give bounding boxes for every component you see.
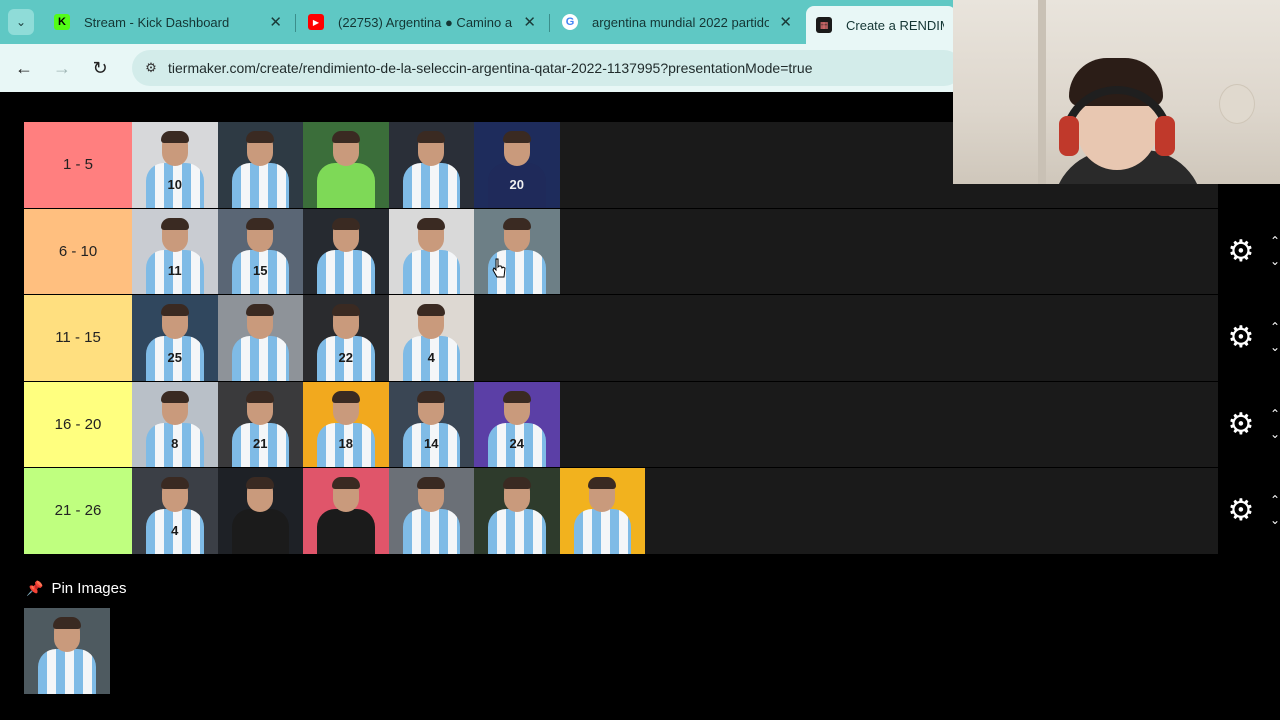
player-image[interactable]	[24, 608, 110, 694]
player-image[interactable]: 11	[132, 208, 218, 294]
tab-tiermaker-create[interactable]: ▦ Create a RENDIMIEN	[806, 6, 956, 44]
jersey-number: 11	[167, 263, 182, 278]
jersey-number: 15	[253, 263, 268, 278]
tab-youtube-argentina[interactable]: ▶ (22753) Argentina ● Camino a l ✕	[298, 6, 548, 38]
player-image[interactable]: 20	[474, 122, 560, 208]
player-image[interactable]	[474, 468, 560, 554]
tier-label[interactable]: 6 - 10	[24, 208, 132, 294]
tab-separator	[549, 14, 550, 32]
player-image[interactable]	[388, 208, 474, 294]
player-image[interactable]	[217, 122, 303, 208]
player-image[interactable]: 25	[132, 295, 218, 381]
tier-label[interactable]: 1 - 5	[24, 122, 132, 208]
reload-button[interactable]: ↻	[88, 56, 112, 80]
player-image[interactable]: 4	[132, 468, 218, 554]
tab-title: argentina mundial 2022 partido	[592, 14, 770, 30]
player-image[interactable]	[474, 208, 560, 294]
tab-title: Stream - Kick Dashboard	[84, 14, 230, 30]
jersey-number: 18	[338, 436, 353, 451]
tab-google-search[interactable]: G argentina mundial 2022 partido ✕	[552, 6, 804, 38]
jersey-number: 14	[424, 436, 439, 451]
player-image[interactable]	[217, 468, 303, 554]
player-image[interactable]: 22	[303, 295, 389, 381]
move-tier-arrows[interactable]: ⌃ ⌄	[1270, 231, 1280, 271]
pin-images-heading: 📌 Pin Images	[26, 578, 126, 598]
gear-icon[interactable]: ⚙	[1226, 236, 1256, 267]
google-favicon-icon: G	[562, 14, 578, 30]
tier-label[interactable]: 16 - 20	[24, 381, 132, 467]
webcam-overlay	[953, 0, 1280, 184]
hand-cursor-icon	[492, 258, 506, 278]
player-image[interactable]: 21	[217, 381, 303, 467]
tab-separator	[295, 14, 296, 32]
move-tier-arrows[interactable]: ⌃ ⌄	[1270, 404, 1280, 444]
tier-list: 1 - 5 10 20 ⚙ 6 - 10 11 15	[24, 122, 1280, 555]
pin-images-pool	[24, 608, 110, 694]
tiermaker-page: 1 - 5 10 20 ⚙ 6 - 10 11 15	[0, 92, 1280, 720]
move-tier-arrows[interactable]: ⌃ ⌄	[1270, 317, 1280, 357]
jersey-number: 4	[427, 349, 435, 365]
screen: ⌄ K Stream - Kick Dashboard ✕ ▶ (22753) …	[0, 0, 1280, 720]
player-image[interactable]	[303, 468, 389, 554]
chevron-down-icon: ⌄	[15, 15, 27, 29]
tier-row-21-26[interactable]: 21 - 26 4 ⚙ ⌃ ⌄	[24, 468, 1280, 555]
jersey-number: 22	[338, 349, 353, 365]
player-image[interactable]: 10	[132, 122, 218, 208]
wall-ornament	[1219, 84, 1255, 124]
pushpin-icon: 📌	[26, 579, 44, 596]
tier-label[interactable]: 21 - 26	[24, 468, 132, 554]
reload-icon: ↻	[92, 58, 108, 78]
jersey-number: 20	[509, 176, 524, 192]
jersey-number: 25	[167, 349, 182, 365]
player-image[interactable]: 14	[388, 381, 474, 467]
kick-favicon-icon: K	[54, 14, 70, 30]
tier-items: 10 20	[132, 122, 560, 208]
player-image[interactable]: 4	[388, 295, 474, 381]
player-image[interactable]: 18	[303, 381, 389, 467]
forward-button[interactable]: →	[50, 56, 74, 80]
player-image[interactable]	[559, 468, 645, 554]
tier-row-6-10[interactable]: 6 - 10 11 15 ⚙ ⌃ ⌄	[24, 208, 1280, 295]
jersey-number: 21	[253, 436, 268, 451]
arrow-left-icon: ←	[15, 58, 33, 78]
url-text: tiermaker.com/create/rendimiento-de-la-s…	[168, 60, 813, 76]
site-settings-icon[interactable]: ⚙	[142, 59, 160, 77]
tab-search-menu-button[interactable]: ⌄	[8, 9, 34, 35]
back-button[interactable]: ←	[12, 56, 36, 80]
jersey-number: 24	[509, 436, 524, 451]
player-image[interactable]	[217, 295, 303, 381]
tier-items: 8 21 18 14 24	[132, 381, 560, 467]
arrow-right-icon: →	[53, 58, 71, 78]
close-icon[interactable]: ✕	[269, 13, 282, 31]
tab-title: Create a RENDIMIEN	[846, 17, 944, 33]
tier-row-11-15[interactable]: 11 - 15 25 22 4 ⚙ ⌃ ⌄	[24, 295, 1280, 382]
tier-items: 4	[132, 468, 645, 554]
player-image[interactable]: 15	[217, 208, 303, 294]
pin-images-label: Pin Images	[51, 579, 127, 597]
player-image[interactable]	[303, 208, 389, 294]
jersey-number: 10	[167, 176, 182, 192]
address-bar[interactable]: ⚙ tiermaker.com/create/rendimiento-de-la…	[132, 50, 962, 86]
player-image[interactable]	[303, 122, 389, 208]
close-icon[interactable]: ✕	[523, 13, 536, 31]
tier-items: 25 22 4	[132, 295, 474, 381]
player-image[interactable]	[388, 468, 474, 554]
tier-items: 11 15	[132, 208, 560, 294]
gear-icon[interactable]: ⚙	[1226, 323, 1256, 353]
jersey-number: 4	[171, 522, 179, 538]
tier-row-16-20[interactable]: 16 - 20 8 21 18 14 24 ⚙ ⌃ ⌄	[24, 381, 1280, 468]
close-icon[interactable]: ✕	[779, 13, 792, 31]
player-image[interactable]	[388, 122, 474, 208]
tab-kick-dashboard[interactable]: K Stream - Kick Dashboard ✕	[44, 6, 294, 38]
gear-icon[interactable]: ⚙	[1226, 409, 1256, 440]
player-image[interactable]: 8	[132, 381, 218, 467]
move-tier-arrows[interactable]: ⌃ ⌄	[1270, 490, 1280, 530]
tier-label[interactable]: 11 - 15	[24, 295, 132, 381]
tab-title: (22753) Argentina ● Camino a l	[338, 14, 514, 30]
gear-icon[interactable]: ⚙	[1226, 496, 1256, 526]
tiermaker-favicon-icon: ▦	[816, 17, 832, 33]
jersey-number: 8	[171, 436, 179, 451]
player-image[interactable]: 24	[474, 381, 560, 467]
youtube-favicon-icon: ▶	[308, 14, 324, 30]
